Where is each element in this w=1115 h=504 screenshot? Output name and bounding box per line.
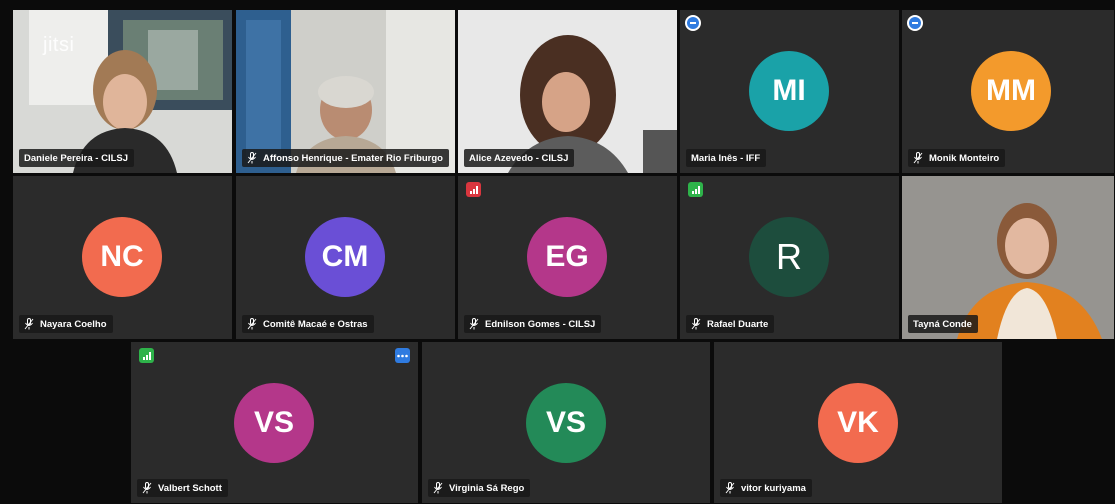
participant-name: Comitê Macaé e Ostras — [263, 318, 368, 330]
participant-name-label: Ednilson Gomes - CILSJ — [464, 315, 602, 333]
participant-name: Alice Azevedo - CILSJ — [469, 152, 569, 164]
avatar-initials: EG — [545, 240, 589, 273]
avatar-initials: R — [776, 236, 802, 277]
participant-name: Affonso Henrique - Emater Rio Friburgo — [263, 152, 443, 164]
participant-avatar: VS — [234, 383, 314, 463]
participant-avatar: VS — [526, 383, 606, 463]
participant-name: Daniele Pereira - CILSJ — [24, 152, 129, 164]
participant-name: Nayara Coelho — [40, 318, 107, 330]
participant-tile[interactable]: jitsi Daniele Pereira - CILSJ — [13, 10, 232, 173]
mic-muted-icon — [691, 318, 701, 330]
avatar-initials: VS — [545, 406, 587, 439]
participant-tile[interactable]: Affonso Henrique - Emater Rio Friburgo — [236, 10, 455, 173]
participant-name: vitor kuriyama — [741, 482, 806, 494]
participant-tile[interactable]: MI Maria Inês - IFF — [680, 10, 899, 173]
participant-name: Maria Inês - IFF — [691, 152, 761, 164]
participant-tile[interactable]: CM Comitê Macaé e Ostras — [236, 176, 455, 339]
more-options-icon[interactable] — [395, 348, 410, 363]
participant-avatar: EG — [527, 217, 607, 297]
mic-muted-icon — [247, 152, 257, 164]
participant-avatar: NC — [82, 217, 162, 297]
participant-name-label: Virginia Sá Rego — [428, 479, 531, 497]
status-icon[interactable] — [907, 15, 923, 31]
participant-name: Ednilson Gomes - CILSJ — [485, 318, 596, 330]
participant-avatar: R — [749, 217, 829, 297]
participant-tile[interactable]: Alice Azevedo - CILSJ — [458, 10, 677, 173]
mic-muted-icon — [725, 482, 735, 494]
participant-avatar: MM — [971, 51, 1051, 131]
participant-name-label: Tayná Conde — [908, 315, 978, 333]
avatar-initials: MI — [772, 74, 806, 107]
participant-name-label: Valbert Schott — [137, 479, 228, 497]
avatar-initials: CM — [321, 240, 369, 273]
participant-name: Virginia Sá Rego — [449, 482, 525, 494]
participant-name-label: Comitê Macaé e Ostras — [242, 315, 374, 333]
mic-muted-icon — [247, 318, 257, 330]
participant-tile[interactable]: R Rafael Duarte — [680, 176, 899, 339]
status-icon[interactable] — [685, 15, 701, 31]
participant-tile[interactable]: Tayná Conde — [902, 176, 1114, 339]
participant-name-label: Daniele Pereira - CILSJ — [19, 149, 135, 167]
avatar-initials: VS — [253, 406, 295, 439]
mic-muted-icon — [913, 152, 923, 164]
participant-name-label: Monik Monteiro — [908, 149, 1006, 167]
participant-avatar: CM — [305, 217, 385, 297]
avatar-initials: MM — [986, 74, 1036, 107]
participant-tile[interactable]: VS Virginia Sá Rego — [422, 342, 710, 503]
video-grid: jitsi Daniele Pereira - CILSJ Affonso He… — [0, 0, 1115, 504]
participant-avatar: VK — [818, 383, 898, 463]
participant-tile[interactable]: VS Valbert Schott — [131, 342, 418, 503]
avatar-initials: NC — [100, 240, 144, 273]
participant-name-label: Nayara Coelho — [19, 315, 113, 333]
jitsi-logo: jitsi — [43, 34, 75, 56]
mic-muted-icon — [433, 482, 443, 494]
signal-good-icon[interactable] — [139, 348, 154, 363]
participant-tile[interactable]: VK vitor kuriyama — [714, 342, 1002, 503]
avatar-initials: VK — [837, 406, 879, 439]
participant-name: Valbert Schott — [158, 482, 222, 494]
participant-avatar: MI — [749, 51, 829, 131]
participant-name-label: Maria Inês - IFF — [686, 149, 767, 167]
participant-name-label: Rafael Duarte — [686, 315, 775, 333]
signal-weak-icon[interactable] — [466, 182, 481, 197]
mic-muted-icon — [469, 318, 479, 330]
participant-tile[interactable]: EG Ednilson Gomes - CILSJ — [458, 176, 677, 339]
participant-name: Tayná Conde — [913, 318, 972, 330]
participant-name-label: vitor kuriyama — [720, 479, 812, 497]
participant-tile[interactable]: MM Monik Monteiro — [902, 10, 1114, 173]
participant-name: Monik Monteiro — [929, 152, 1000, 164]
participant-name: Rafael Duarte — [707, 318, 769, 330]
mic-muted-icon — [142, 482, 152, 494]
mic-muted-icon — [24, 318, 34, 330]
participant-tile[interactable]: NC Nayara Coelho — [13, 176, 232, 339]
participant-name-label: Alice Azevedo - CILSJ — [464, 149, 575, 167]
participant-name-label: Affonso Henrique - Emater Rio Friburgo — [242, 149, 449, 167]
signal-good-icon[interactable] — [688, 182, 703, 197]
